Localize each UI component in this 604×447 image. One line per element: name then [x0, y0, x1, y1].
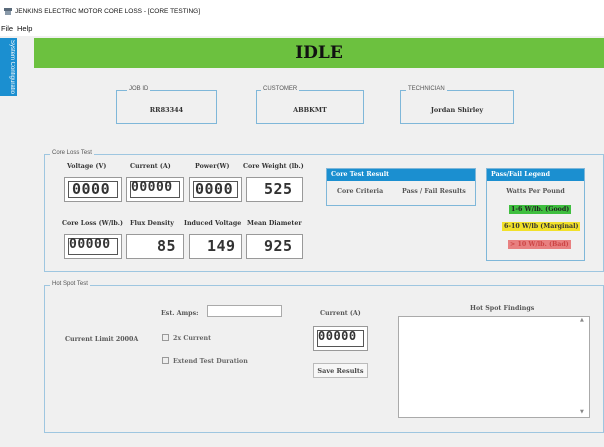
hot-spot-findings-textarea[interactable]: [398, 316, 590, 418]
window-title: JENKINS ELECTRIC MOTOR CORE LOSS - [CORE…: [15, 8, 201, 15]
flux-density-meter: 85: [126, 234, 184, 259]
core-test-result-title: Core Test Result: [327, 169, 475, 181]
core-weight-value: 525: [264, 180, 293, 198]
customer-label: CUSTOMER: [261, 86, 300, 92]
core-loss-title: Core Loss Test: [50, 150, 94, 156]
hot-spot-current-label: Current (A): [320, 310, 361, 317]
menu-bar: [0, 22, 604, 36]
legend-title: Pass/Fail Legend: [487, 169, 584, 181]
core-loss-label: Core Loss (W/lb.): [62, 220, 123, 227]
scroll-up-icon[interactable]: ▲: [580, 317, 584, 323]
power-meter: 0000: [189, 177, 242, 202]
flux-density-label: Flux Density: [130, 220, 174, 227]
current-value: 00000: [131, 180, 173, 195]
legend-bad-badge: > 10 W/lb. (Bad): [508, 240, 571, 249]
current-label: Current (A): [130, 163, 171, 170]
extend-duration-checkbox[interactable]: [162, 357, 169, 364]
menu-help[interactable]: Help: [17, 24, 32, 33]
est-amps-input[interactable]: [207, 305, 282, 317]
voltage-meter: 0000: [64, 177, 122, 202]
core-criteria-label: Core Criteria: [337, 188, 384, 195]
core-loss-value: 00000: [69, 237, 111, 252]
est-amps-label: Est. Amps:: [161, 310, 199, 317]
scroll-down-icon[interactable]: ▼: [580, 409, 584, 415]
power-value: 0000: [195, 180, 234, 198]
technician-value: Jordan Shirley: [430, 106, 484, 114]
hot-spot-current-meter: 00000: [313, 326, 368, 351]
power-label: Power(W): [195, 163, 230, 170]
extend-duration-label: Extend Test Duration: [173, 358, 248, 365]
legend-subtitle: Watts Per Pound: [506, 188, 565, 195]
mean-diameter-label: Mean Diameter: [247, 220, 302, 227]
mean-diameter-meter: 925: [246, 234, 303, 259]
current-meter: 00000: [126, 177, 184, 202]
core-loss-meter: 00000: [64, 234, 122, 259]
technician-label: TECHNICIAN: [406, 86, 447, 92]
status-text: IDLE: [295, 43, 343, 63]
voltage-label: Voltage (V): [67, 163, 107, 170]
mean-diameter-value: 925: [264, 237, 293, 255]
save-results-button[interactable]: Save Results: [313, 363, 368, 378]
legend-marginal-badge: 6-10 W/lb (Marginal): [502, 222, 581, 231]
customer-value: ABBKMT: [293, 106, 327, 114]
menu-file[interactable]: File: [1, 24, 13, 33]
flux-density-value: 85: [157, 237, 177, 255]
core-weight-meter: 525: [246, 177, 303, 202]
pass-fail-results-label: Pass / Fail Results: [402, 188, 466, 195]
job-id-value: RR83344: [149, 106, 184, 114]
induced-voltage-value: 149: [207, 237, 236, 255]
hot-spot-title: Hot Spot Test: [50, 281, 90, 287]
induced-voltage-meter: 149: [189, 234, 242, 259]
hot-spot-findings-label: Hot Spot Findings: [470, 305, 535, 312]
voltage-value: 0000: [72, 180, 111, 198]
app-icon: [4, 8, 12, 15]
hot-spot-current-value: 00000: [318, 329, 357, 343]
legend-good-badge: 1-6 W/lb. (Good): [509, 205, 572, 214]
double-current-checkbox[interactable]: [162, 334, 169, 341]
side-tab-label: System Configuration: [9, 40, 15, 94]
current-limit-label: Current Limit 2000A: [65, 336, 139, 343]
job-id-label: JOB ID: [127, 86, 151, 92]
double-current-label: 2x Current: [173, 335, 212, 342]
induced-voltage-label: Induced Voltage: [184, 220, 242, 227]
core-weight-label: Core Weight (lb.): [243, 163, 304, 170]
